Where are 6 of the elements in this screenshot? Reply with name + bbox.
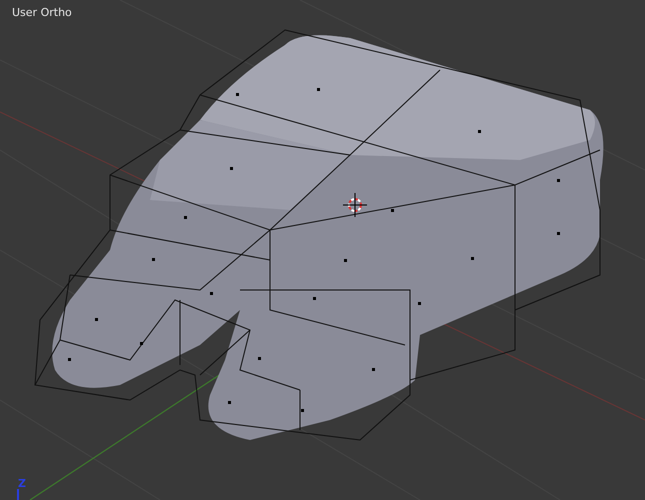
mesh-object-drawing[interactable] [34,29,604,441]
view-label: User Ortho [12,6,72,20]
3d-cursor-icon[interactable] [342,192,368,218]
3d-viewport[interactable]: User Ortho Z [0,0,645,500]
axis-label: Z [18,477,26,490]
z-axis-icon [17,489,19,500]
